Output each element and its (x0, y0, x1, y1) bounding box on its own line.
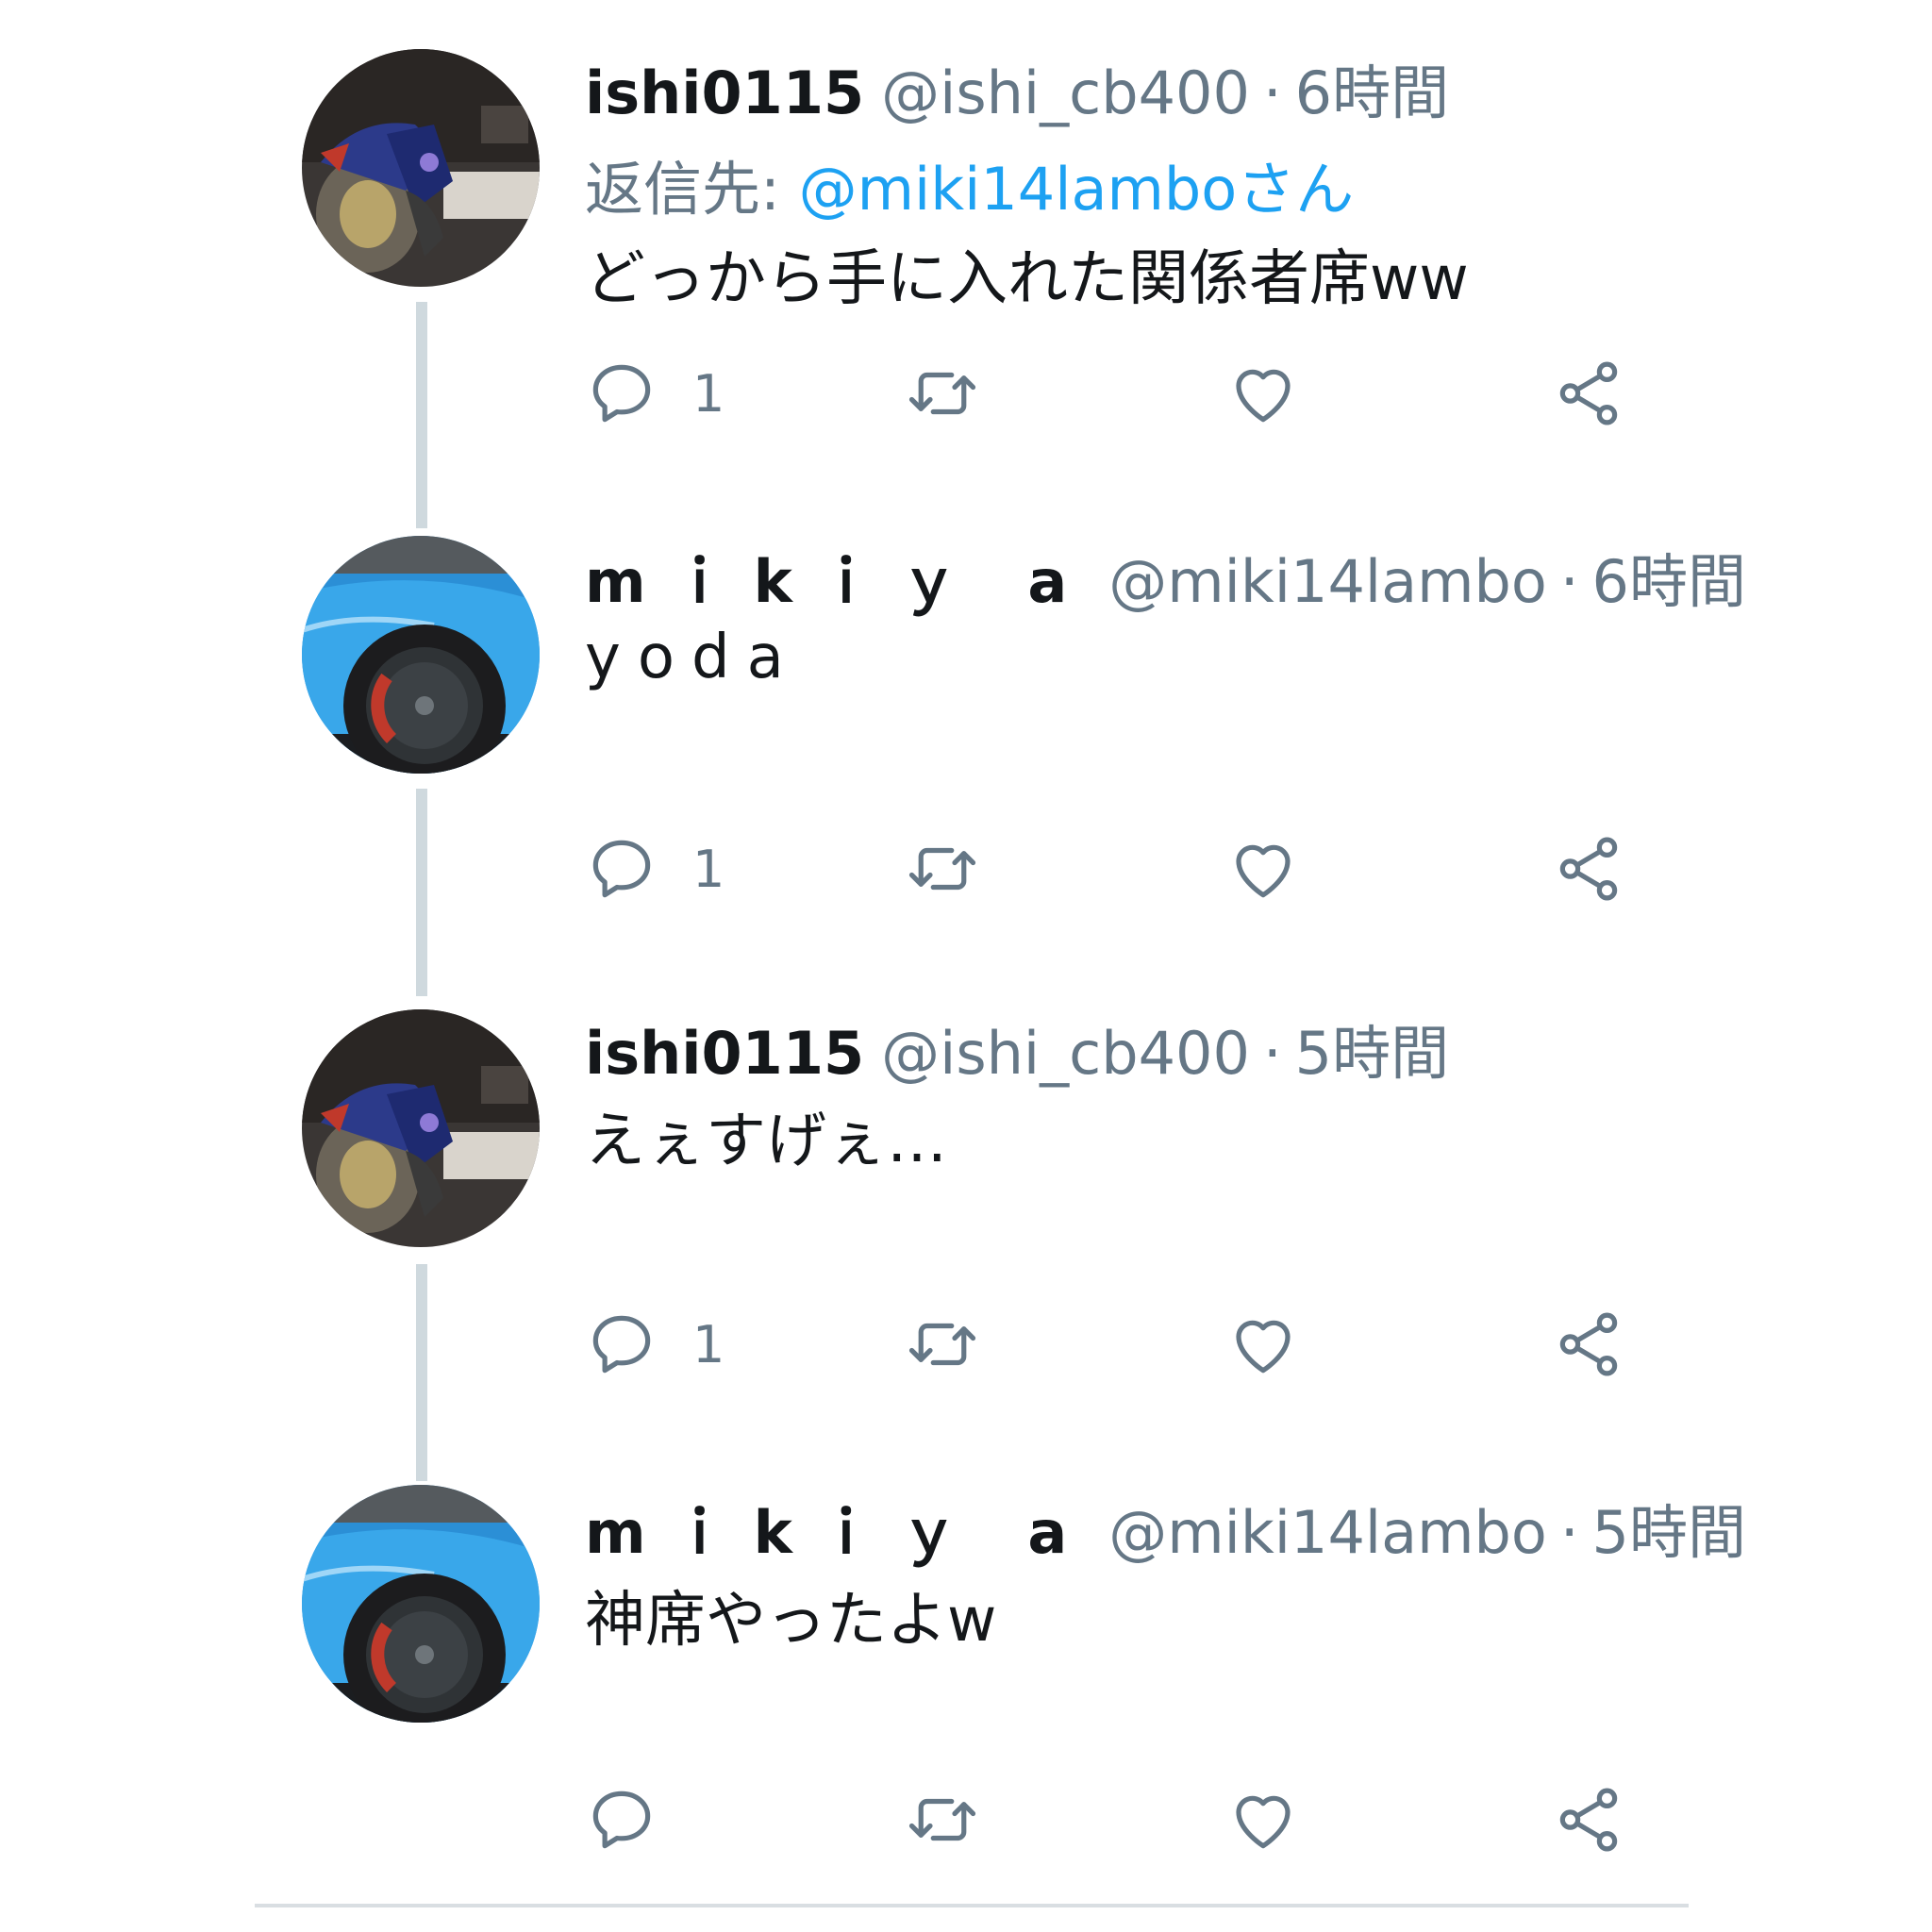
share-icon (1559, 837, 1618, 901)
like-button[interactable] (1226, 351, 1300, 436)
avatar[interactable] (302, 1009, 540, 1247)
reply-button[interactable] (585, 1777, 692, 1862)
handle[interactable]: @ishi_cb400 (881, 58, 1250, 127)
display-name[interactable]: mｉkｉｙ a (585, 534, 1091, 619)
retweet-icon (908, 847, 976, 891)
display-name[interactable]: ishi0115 (585, 58, 864, 127)
retweet-button[interactable] (906, 351, 979, 436)
tweet-text: yoda (585, 623, 801, 692)
like-icon (1236, 369, 1291, 423)
reply-icon (592, 364, 651, 423)
reply-button[interactable]: 1 (585, 351, 724, 436)
handle[interactable]: @miki14lambo (1108, 1498, 1547, 1567)
avatar[interactable] (302, 536, 540, 774)
separator: · (1559, 1498, 1579, 1567)
share-button[interactable] (1552, 1302, 1625, 1387)
divider (255, 1904, 1689, 1907)
like-icon (1236, 844, 1291, 898)
reply-count: 1 (692, 839, 725, 899)
thread-line (416, 789, 427, 996)
separator: · (1559, 547, 1579, 616)
timestamp[interactable]: 5時間 (1295, 1006, 1449, 1091)
display-name[interactable]: ishi0115 (585, 1019, 864, 1088)
like-icon (1236, 1795, 1291, 1849)
tweet-text: えぇすげぇ… (585, 1107, 947, 1176)
tweet-actions: 1 (585, 351, 1651, 436)
handle[interactable]: @ishi_cb400 (881, 1019, 1250, 1088)
retweet-icon (908, 1798, 976, 1841)
reply-button[interactable]: 1 (585, 826, 724, 911)
reply-to-mention[interactable]: @miki14lamboさん (799, 155, 1355, 224)
reply-icon (592, 840, 651, 898)
tweet-text: どっから手に入れた関係者席ww (585, 244, 1469, 314)
avatar[interactable] (302, 49, 540, 287)
like-button[interactable] (1226, 1777, 1300, 1862)
retweet-button[interactable] (906, 1302, 979, 1387)
tweet-text: 神席やったよw (585, 1586, 997, 1656)
tweet-actions (585, 1777, 1651, 1862)
blue-car-avatar-image (302, 1485, 540, 1723)
share-button[interactable] (1552, 1777, 1625, 1862)
reply-button[interactable]: 1 (585, 1302, 724, 1387)
like-button[interactable] (1226, 1302, 1300, 1387)
share-button[interactable] (1552, 351, 1625, 436)
tweet-header: ishi0115 @ishi_cb400 · 6時間 (585, 45, 1449, 127)
share-icon (1559, 361, 1618, 425)
separator: · (1262, 1019, 1282, 1088)
tweet-header: mｉkｉｙ a @miki14lambo · 5時間 (585, 1485, 1746, 1567)
retweet-icon (908, 372, 976, 415)
motorcycle-avatar-image (302, 49, 540, 287)
like-button[interactable] (1226, 826, 1300, 911)
timestamp[interactable]: 6時間 (1295, 45, 1449, 130)
separator: · (1262, 58, 1282, 127)
thread-line (416, 302, 427, 528)
tweet-header: mｉkｉｙ a @miki14lambo · 6時間 (585, 534, 1746, 616)
reply-icon (592, 1315, 651, 1374)
reply-to: 返信先: @miki14lamboさん (585, 142, 1354, 226)
blue-car-avatar-image (302, 536, 540, 774)
display-name[interactable]: mｉkｉｙ a (585, 1485, 1091, 1570)
timestamp[interactable]: 5時間 (1592, 1485, 1746, 1570)
retweet-icon (908, 1323, 976, 1366)
reply-icon (592, 1790, 651, 1849)
tweet-actions: 1 (585, 826, 1651, 911)
share-icon (1559, 1312, 1618, 1376)
share-icon (1559, 1788, 1618, 1852)
handle[interactable]: @miki14lambo (1108, 547, 1547, 616)
retweet-button[interactable] (906, 1777, 979, 1862)
share-button[interactable] (1552, 826, 1625, 911)
timestamp[interactable]: 6時間 (1592, 534, 1746, 619)
reply-count: 1 (692, 1314, 725, 1374)
reply-count: 1 (692, 363, 725, 424)
reply-to-label: 返信先: (585, 155, 780, 224)
tweet-header: ishi0115 @ishi_cb400 · 5時間 (585, 1006, 1449, 1088)
tweet-actions: 1 (585, 1302, 1651, 1387)
avatar[interactable] (302, 1485, 540, 1723)
motorcycle-avatar-image (302, 1009, 540, 1247)
thread-line (416, 1264, 427, 1481)
retweet-button[interactable] (906, 826, 979, 911)
like-icon (1236, 1320, 1291, 1374)
